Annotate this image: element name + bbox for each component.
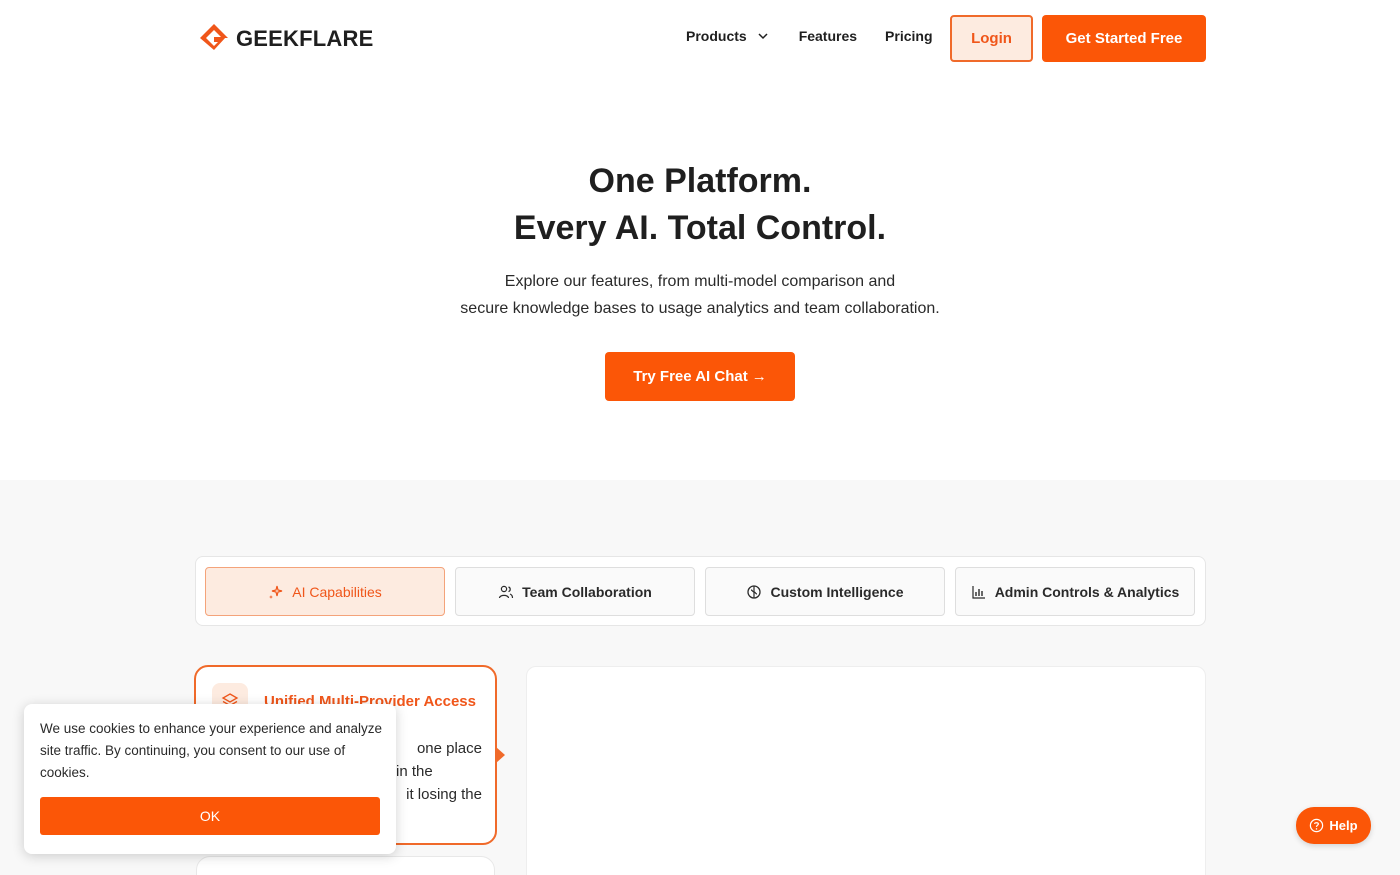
hero-subtitle: Explore our features, from multi-model c… [0, 268, 1400, 322]
site-header: GEEKFLARE Products Features Pricing Logi… [0, 0, 1400, 80]
arrow-right-icon: → [751, 368, 767, 385]
sparkle-icon [269, 585, 283, 599]
tab-team-collaboration[interactable]: Team Collaboration [455, 567, 695, 616]
hero-title-line2: Every AI. Total Control. [513, 209, 887, 247]
feature-card-pointer [496, 747, 505, 763]
tab-admin-controls-label: Admin Controls & Analytics [994, 583, 1180, 600]
brain-icon [747, 584, 762, 599]
geekflare-logo-icon [200, 24, 228, 50]
login-button[interactable]: Login [950, 15, 1033, 62]
feature-card-next[interactable] [196, 856, 495, 875]
main-nav: Products Features Pricing [686, 28, 933, 44]
tab-team-collaboration-label: Team Collaboration [522, 583, 652, 600]
tab-custom-intelligence[interactable]: Custom Intelligence [705, 567, 945, 616]
help-circle-icon [1310, 818, 1324, 833]
logo[interactable]: GEEKFLARE [196, 20, 373, 58]
nav-pricing[interactable]: Pricing [885, 28, 932, 44]
chevron-down-icon [758, 33, 768, 40]
tab-admin-controls-analytics[interactable]: Admin Controls & Analytics [955, 567, 1195, 616]
try-free-ai-chat-label: Try Free AI Chat [633, 368, 748, 385]
hero-title-line1: One Platform. [588, 162, 812, 200]
hero-subtitle-line2: secure knowledge bases to usage analytic… [460, 300, 940, 317]
users-icon [499, 585, 514, 598]
help-button[interactable]: Help [1296, 807, 1371, 844]
hero-subtitle-line1: Explore our features, from multi-model c… [504, 273, 896, 290]
cookie-consent-popup: We use cookies to enhance your experienc… [24, 704, 396, 854]
get-started-button[interactable]: Get Started Free [1042, 15, 1206, 62]
tab-ai-capabilities[interactable]: AI Capabilities [205, 567, 445, 616]
cookie-ok-button[interactable]: OK [40, 797, 380, 835]
nav-features[interactable]: Features [799, 28, 857, 44]
help-label: Help [1329, 818, 1358, 833]
bar-chart-icon [972, 585, 985, 599]
nav-products-label: Products [686, 28, 747, 44]
feature-tabs: AI Capabilities Team Collaboration Custo… [195, 556, 1206, 626]
feature-preview-panel [526, 666, 1206, 875]
try-free-ai-chat-button[interactable]: Try Free AI Chat → [605, 352, 795, 401]
tab-custom-intelligence-label: Custom Intelligence [770, 583, 904, 600]
hero-title: One Platform. Every AI. Total Control. [0, 158, 1400, 252]
nav-products[interactable]: Products [686, 28, 769, 44]
logo-text: GEEKFLARE [236, 26, 374, 51]
cookie-consent-text: We use cookies to enhance your experienc… [40, 721, 382, 780]
tab-ai-capabilities-label: AI Capabilities [292, 583, 382, 600]
